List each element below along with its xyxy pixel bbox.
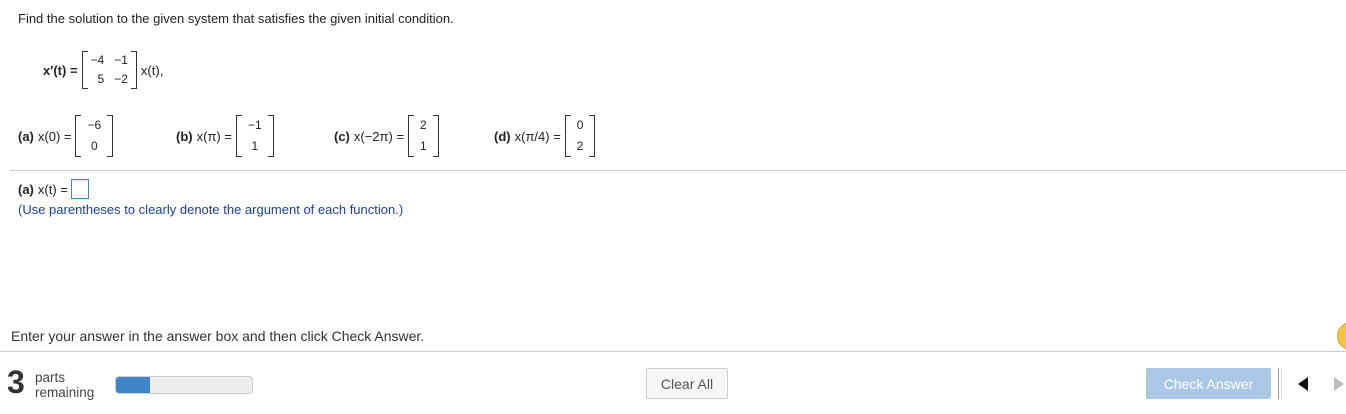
- question-text: Find the solution to the given system th…: [18, 11, 454, 26]
- check-answer-button[interactable]: Check Answer: [1146, 368, 1271, 399]
- condition-d: (d) x(π/4) = 0 2: [494, 112, 599, 160]
- answer-hint: (Use parentheses to clearly denote the a…: [18, 202, 404, 217]
- instruction-text: Enter your answer in the answer box and …: [11, 328, 425, 344]
- button-separator: [1278, 368, 1279, 399]
- button-separator: [1281, 368, 1282, 399]
- condition-a: (a) x(0) = −6 0: [18, 112, 117, 160]
- section-divider: [10, 170, 1346, 171]
- condition-label: (b): [176, 128, 193, 144]
- footer-divider: [0, 351, 1346, 352]
- vector-cell: 1: [420, 139, 427, 153]
- vector-cell: 1: [251, 139, 259, 153]
- vector-cell: 0: [90, 139, 98, 153]
- matrix-cell: −1: [114, 53, 128, 67]
- condition-vector: −1 1: [235, 115, 274, 157]
- condition-expr: x(π) =: [196, 128, 232, 144]
- condition-expr: x(π/4) =: [514, 128, 561, 144]
- condition-expr: x(0) =: [37, 128, 72, 144]
- answer-input[interactable]: [70, 179, 89, 199]
- matrix-cell: −2: [114, 72, 128, 86]
- condition-label: (c): [334, 128, 350, 144]
- next-arrow-icon[interactable]: [1332, 374, 1346, 394]
- parts-remaining: parts remaining: [35, 370, 94, 400]
- matrix-cell: −4: [90, 53, 105, 67]
- parts-line1: parts: [35, 370, 66, 385]
- prev-arrow-icon[interactable]: [1296, 374, 1310, 394]
- vector-cell: 2: [420, 118, 427, 132]
- condition-label: (a): [18, 128, 34, 144]
- help-icon[interactable]: [1337, 322, 1346, 350]
- vector-cell: −6: [87, 118, 102, 132]
- vector-cell: 2: [576, 139, 584, 153]
- answer-line: (a) x(t) =: [18, 179, 89, 199]
- condition-vector: 0 2: [564, 115, 596, 157]
- clear-all-button[interactable]: Clear All: [646, 368, 728, 399]
- progress-bar: [115, 376, 253, 394]
- vector-cell: 0: [576, 118, 584, 132]
- condition-label: (d): [494, 128, 511, 144]
- lhs: x′(t) =: [43, 62, 78, 78]
- answer-label: (a): [18, 181, 34, 197]
- progress-fill: [116, 377, 150, 393]
- vector-cell: −1: [247, 118, 262, 132]
- condition-vector: −6 0: [75, 115, 114, 157]
- condition-vector: 2 1: [408, 115, 439, 157]
- parts-line2: remaining: [35, 385, 95, 400]
- system-equation: x′(t) = −4 −1 5 −2 x(t),: [43, 45, 163, 95]
- condition-c: (c) x(−2π) = 2 1: [334, 112, 443, 160]
- condition-expr: x(−2π) =: [353, 128, 405, 144]
- coefficient-matrix: −4 −1 5 −2: [81, 51, 137, 89]
- matrix-cell: 5: [97, 72, 105, 86]
- rhs: x(t),: [140, 62, 164, 78]
- condition-b: (b) x(π) = −1 1: [176, 112, 278, 160]
- answer-expr: x(t) =: [37, 181, 68, 197]
- parts-count: 3: [7, 364, 25, 400]
